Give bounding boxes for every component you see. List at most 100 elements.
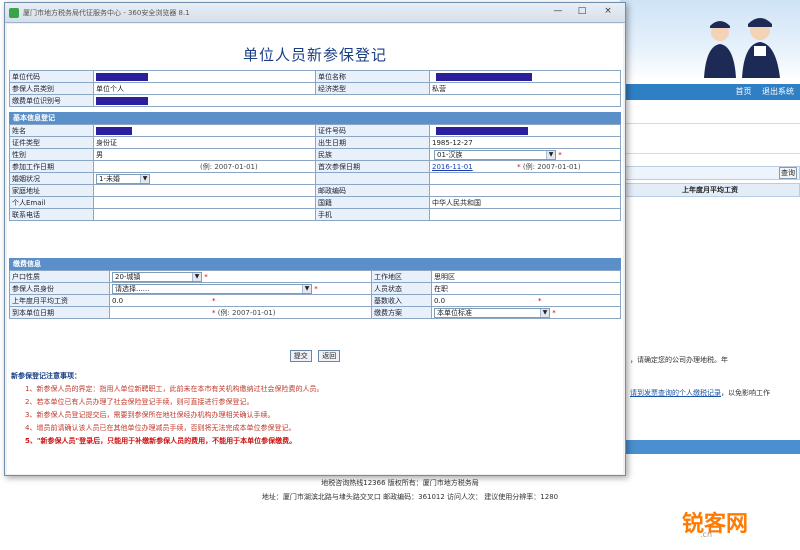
redacted-block bbox=[96, 126, 132, 135]
postcode-input[interactable] bbox=[429, 184, 621, 197]
country-value: 中华人民共和国 bbox=[429, 196, 621, 209]
mobile-label: 手机 bbox=[315, 208, 430, 221]
start-date-hint: (例: 2007-01-01) bbox=[217, 308, 276, 317]
id-type-value: 身份证 bbox=[93, 136, 316, 149]
email-label: 个人Email bbox=[9, 196, 94, 209]
wage-cell[interactable]: 0.0 * bbox=[109, 294, 372, 307]
site-watermark: 锐客网 bbox=[682, 512, 749, 537]
form-title: 单位人员新参保登记 bbox=[242, 46, 387, 64]
required-marker: * bbox=[212, 308, 216, 317]
required-marker: * bbox=[538, 296, 542, 305]
gender-value: 男 bbox=[93, 148, 316, 161]
marital-cell: 1-未婚 ▼ bbox=[93, 172, 316, 185]
footer-line-2: 地址：厦门市湖滨北路与埭头路交叉口 邮政编码：361012 访问人次： 建议使用… bbox=[261, 493, 559, 501]
window-title: 厦门市地方税务局代征服务中心 - 360安全浏览器 8.1 bbox=[23, 9, 190, 17]
fee-type-select[interactable]: 本单位标准 ▼ bbox=[434, 307, 550, 318]
section-personal-header: 基本信息登记 bbox=[9, 112, 621, 124]
address-label: 家庭地址 bbox=[9, 184, 94, 197]
hukou-select-value: 20-城镇 bbox=[115, 272, 141, 281]
fee-type-cell: 本单位标准 ▼ * bbox=[431, 306, 621, 319]
economy-value: 私营 bbox=[429, 82, 621, 95]
registration-dialog-window: 厦门市地方税务局代征服务中心 - 360安全浏览器 8.1 — □ × 单位人员… bbox=[4, 2, 626, 476]
mobile-input[interactable] bbox=[429, 208, 621, 221]
fee-type-select-value: 本单位标准 bbox=[437, 308, 472, 317]
site-watermark-sub: .cn bbox=[700, 530, 713, 539]
marital-select[interactable]: 1-未婚 ▼ bbox=[96, 173, 150, 184]
chevron-down-icon: ▼ bbox=[140, 174, 149, 183]
country-label: 国籍 bbox=[315, 196, 430, 209]
gender-label: 性别 bbox=[9, 148, 94, 161]
unit-info-table: 单位代码 单位名称 参保人员类别 单位个人 经济类型 私营 缴费单位识别号 bbox=[9, 70, 621, 107]
portal-nav-bar: 首页 退出系统 bbox=[620, 84, 800, 100]
work-area-label: 工作地区 bbox=[371, 270, 432, 283]
base-label: 基数收入 bbox=[371, 294, 432, 307]
note-item-2: 2、若本单位已有人员办理了社会保险登记手续，则可直接进行参保登记。 bbox=[25, 398, 254, 406]
start-date-label: 到本单位日期 bbox=[9, 306, 110, 319]
maximize-button[interactable]: □ bbox=[571, 5, 593, 19]
phone-input[interactable] bbox=[93, 208, 316, 221]
unit-code-label: 单位代码 bbox=[9, 70, 94, 83]
phone-label: 联系电话 bbox=[9, 208, 94, 221]
section-insurance-header: 缴费信息 bbox=[9, 258, 621, 270]
id-type-label: 证件类型 bbox=[9, 136, 94, 149]
back-button[interactable]: 返回 bbox=[318, 350, 341, 362]
submit-button[interactable]: 提交 bbox=[289, 350, 312, 362]
social-code-label: 缴费单位识别号 bbox=[9, 94, 94, 107]
base-cell[interactable]: 0.0 * bbox=[431, 294, 621, 307]
query-button[interactable]: 查询 bbox=[779, 167, 797, 179]
required-marker: * bbox=[204, 272, 208, 281]
footer-line-1: 地税咨询热线12366 版权所有：厦门市地方税务局 bbox=[321, 479, 479, 487]
required-marker: * bbox=[212, 296, 216, 305]
close-button[interactable]: × bbox=[595, 5, 621, 19]
nation-label: 民族 bbox=[315, 148, 430, 161]
birth-label: 出生日期 bbox=[315, 136, 430, 149]
minimize-button[interactable]: — bbox=[547, 5, 569, 19]
address-input[interactable] bbox=[93, 184, 316, 197]
name-input[interactable] bbox=[93, 124, 316, 137]
nation-select[interactable]: 01-汉族 ▼ bbox=[434, 149, 556, 160]
wage-label: 上年度月平均工资 bbox=[9, 294, 110, 307]
notes-title: 新参保登记注意事项： bbox=[11, 372, 81, 380]
notes-panel: 新参保登记注意事项： 1、新参保人员的界定：指用人单位新聘职工，此前未在本市有关… bbox=[11, 370, 619, 448]
work-date-cell[interactable]: (例: 2007-01-01) bbox=[93, 160, 316, 173]
dialog-content: 单位人员新参保登记 单位代码 单位名称 参保人员类别 单位个人 经济类型 私营 … bbox=[7, 24, 623, 474]
nav-home-link[interactable]: 首页 bbox=[735, 87, 751, 96]
status-select[interactable]: 请选择...... ▼ bbox=[112, 283, 312, 294]
id-input[interactable] bbox=[429, 124, 621, 137]
postcode-label: 邮政编码 bbox=[315, 184, 430, 197]
employment-label: 人员状态 bbox=[371, 282, 432, 295]
first-insured-hint: (例: 2007-01-01) bbox=[522, 162, 581, 171]
portal-notice-link[interactable]: 请到发票查询的个人缴税记录 bbox=[630, 389, 721, 397]
hukou-select[interactable]: 20-城镇 ▼ bbox=[112, 271, 202, 282]
wage-input[interactable]: 0.0 bbox=[112, 297, 212, 305]
work-date-hint: (例: 2007-01-01) bbox=[200, 162, 258, 171]
required-marker: * bbox=[558, 150, 562, 159]
note-item-3: 3、新参保人员登记提交后，需要到参保所在地社保经办机构办理相关确认手续。 bbox=[25, 411, 275, 419]
work-area-value: 思明区 bbox=[431, 270, 621, 283]
portal-notice-extra: ，以免影响工作 bbox=[721, 389, 770, 397]
personal-info-table: 姓名 证件号码 证件类型 身份证 出生日期 1985-12-27 性别 男 民族… bbox=[9, 124, 621, 221]
first-insured-value[interactable]: 2016-11-01 bbox=[432, 163, 473, 171]
redacted-block bbox=[436, 72, 532, 81]
note-item-5: 5、"新参保人员"登录后，只能用于补缴新参保人员的费用，不能用于本单位参保缴费。 bbox=[25, 437, 297, 445]
nav-logout-link[interactable]: 退出系统 bbox=[762, 87, 794, 96]
economy-label: 经济类型 bbox=[315, 82, 430, 95]
portal-footer: 地税咨询热线12366 版权所有：厦门市地方税务局 地址：厦门市湖滨北路与埭头路… bbox=[0, 476, 800, 504]
fee-type-label: 缴费方案 bbox=[371, 306, 432, 319]
portal-table-header: 上年度月平均工资 bbox=[620, 183, 800, 197]
name-label: 姓名 bbox=[9, 124, 94, 137]
hukou-label: 户口性质 bbox=[9, 270, 110, 283]
email-input[interactable] bbox=[93, 196, 316, 209]
unit-name-label: 单位名称 bbox=[315, 70, 430, 83]
required-marker: * bbox=[314, 284, 318, 293]
mascot-figures-icon bbox=[704, 18, 780, 78]
chevron-down-icon: ▼ bbox=[540, 308, 549, 317]
window-titlebar[interactable]: 厦门市地方税务局代征服务中心 - 360安全浏览器 8.1 — □ × bbox=[5, 3, 625, 23]
base-input[interactable]: 0.0 bbox=[434, 297, 538, 305]
start-date-cell[interactable]: * (例: 2007-01-01) bbox=[109, 306, 372, 319]
marital-select-value: 1-未婚 bbox=[99, 174, 120, 183]
unit-code-value bbox=[93, 70, 316, 83]
first-insured-cell[interactable]: 2016-11-01 * (例: 2007-01-01) bbox=[429, 160, 621, 173]
required-marker: * bbox=[517, 162, 521, 171]
redacted-block bbox=[436, 126, 528, 135]
